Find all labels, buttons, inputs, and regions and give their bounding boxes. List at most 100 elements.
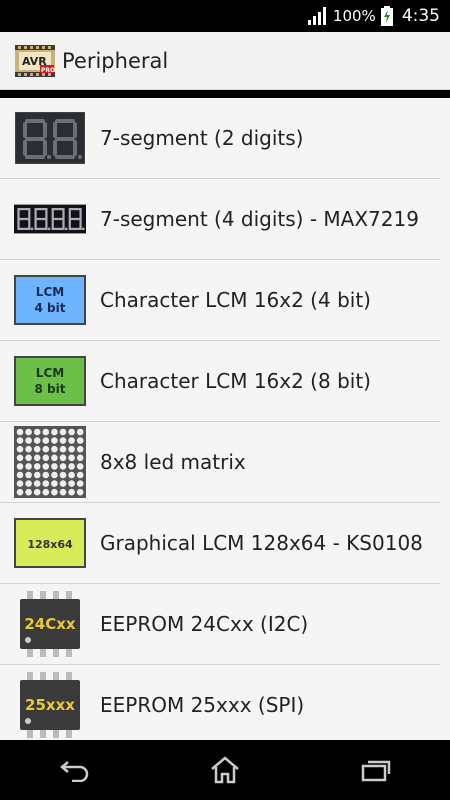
led-dot (76, 445, 84, 453)
led-dot (51, 428, 58, 436)
led-dot (51, 488, 58, 496)
list-item[interactable]: 7-segment (2 digits) (0, 98, 440, 179)
led-dot (76, 463, 84, 470)
signal-icon (307, 7, 326, 25)
led-dot (76, 488, 84, 496)
eeprom-25xxx-text: 25xxx (25, 696, 75, 714)
led-dot (16, 471, 24, 479)
led-dot (59, 428, 67, 436)
lcm-8bit-text-1: LCM (36, 366, 64, 380)
led-dot (33, 488, 41, 496)
home-icon (211, 756, 239, 784)
eeprom-25xxx-chip-icon: 25xxx (14, 672, 86, 738)
led-dot (68, 428, 75, 436)
led-dot (68, 437, 75, 444)
list-item[interactable]: 24Cxx EEPROM 24Cxx (I2C) (0, 584, 440, 665)
led-dot (42, 480, 50, 487)
led-dot (59, 463, 67, 470)
led-dot (33, 463, 41, 470)
led-dot (16, 488, 24, 496)
recent-apps-button[interactable] (351, 750, 399, 790)
peripheral-list: 7-segment (2 digits) 7-segment (4 digits… (0, 98, 450, 740)
led-dot (68, 480, 75, 487)
page-title: Peripheral (62, 48, 169, 73)
led-dot (25, 480, 32, 487)
led-matrix-icon (14, 426, 86, 498)
led-dot (42, 437, 50, 444)
navigation-bar (0, 740, 450, 800)
led-dot (42, 428, 50, 436)
eeprom-24cxx-text: 24Cxx (24, 615, 76, 633)
led-dot (25, 428, 32, 436)
seven-segment-2-digit-icon (14, 112, 86, 164)
glcd-icon: 128x64 (14, 517, 86, 569)
led-dot (51, 437, 58, 444)
led-dot (51, 454, 58, 462)
led-dot (51, 445, 58, 453)
glcd-text: 128x64 (27, 538, 73, 551)
battery-percent: 100% (332, 7, 376, 25)
action-bar: AVR PRO Peripheral (0, 32, 450, 90)
led-dot (76, 471, 84, 479)
led-dot (16, 445, 24, 453)
led-dot (25, 488, 32, 496)
led-dot (25, 463, 32, 470)
list-item[interactable]: 128x64 Graphical LCM 128x64 - KS0108 (0, 503, 440, 584)
app-icon: AVR PRO (15, 44, 55, 77)
led-dot (68, 463, 75, 470)
led-dot (25, 437, 32, 444)
list-item[interactable]: 8x8 led matrix (0, 422, 440, 503)
led-dot (16, 480, 24, 487)
led-dot (25, 471, 32, 479)
list-item-label: 8x8 led matrix (100, 450, 246, 474)
led-dot (59, 454, 67, 462)
list-item[interactable]: LCM 8 bit Character LCM 16x2 (8 bit) (0, 341, 440, 422)
led-dot (59, 445, 67, 453)
led-dot (16, 428, 24, 436)
home-button[interactable] (201, 750, 249, 790)
led-dot (51, 471, 58, 479)
led-dot (76, 480, 84, 487)
led-dot (33, 471, 41, 479)
clock: 4:35 (401, 6, 440, 26)
led-dot (16, 454, 24, 462)
list-item-label: Graphical LCM 128x64 - KS0108 (100, 531, 423, 555)
app-icon-badge: PRO (41, 67, 55, 74)
back-icon (60, 761, 89, 782)
lcm-8bit-text-2: 8 bit (35, 382, 66, 396)
led-dot (59, 471, 67, 479)
list-item[interactable]: 7-segment (4 digits) - MAX7219 (0, 179, 440, 260)
list-item-label: 7-segment (4 digits) - MAX7219 (100, 207, 419, 231)
led-dot (33, 445, 41, 453)
status-bar: 100% 4:35 (0, 0, 450, 32)
lcm-4bit-text-1: LCM (36, 285, 64, 299)
recent-apps-icon (361, 760, 391, 782)
led-dot (42, 454, 50, 462)
led-dot (51, 463, 58, 470)
led-dot (33, 454, 41, 462)
seven-segment-4-digit-icon (14, 193, 86, 245)
led-dot (25, 445, 32, 453)
list-item-label: EEPROM 24Cxx (I2C) (100, 612, 309, 636)
led-dot (59, 480, 67, 487)
list-item[interactable]: LCM 4 bit Character LCM 16x2 (4 bit) (0, 260, 440, 341)
lcm-4bit-text-2: 4 bit (35, 301, 66, 315)
led-dot (42, 463, 50, 470)
led-dot (42, 471, 50, 479)
battery-charging-icon (380, 6, 393, 26)
back-button[interactable] (51, 750, 99, 790)
led-dot (59, 488, 67, 496)
led-dot (25, 454, 32, 462)
led-dot (42, 445, 50, 453)
led-dot (76, 437, 84, 444)
lcm-8bit-icon: LCM 8 bit (14, 355, 86, 407)
lcm-4bit-icon: LCM 4 bit (14, 274, 86, 326)
list-item[interactable]: 25xxx EEPROM 25xxx (SPI) (0, 665, 440, 740)
eeprom-24cxx-chip-icon: 24Cxx (14, 591, 86, 657)
led-dot (42, 488, 50, 496)
led-dot (33, 437, 41, 444)
list-item-label: Character LCM 16x2 (4 bit) (100, 288, 371, 312)
led-dot (16, 437, 24, 444)
list-item-label: EEPROM 25xxx (SPI) (100, 693, 305, 717)
led-dot (33, 480, 41, 487)
